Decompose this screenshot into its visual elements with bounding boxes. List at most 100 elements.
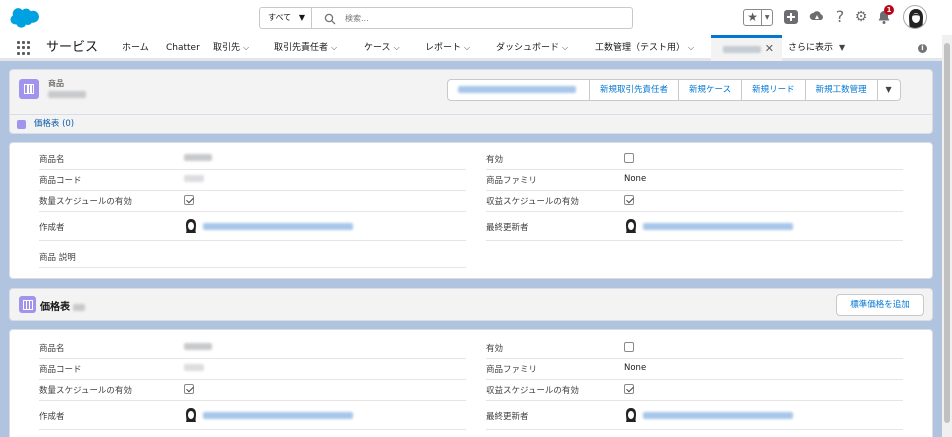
field-label: 数量スケジュールの有効 — [39, 197, 132, 207]
new-timesheet-button[interactable]: 新規工数管理 — [806, 80, 878, 100]
nav-item-dashboards[interactable]: ダッシュボード ⌵ — [496, 35, 568, 61]
field-label: 商品コード — [39, 365, 82, 375]
close-icon[interactable]: ✕ — [765, 40, 774, 58]
redacted-tab-label — [723, 46, 761, 53]
field-label: 作成者 — [39, 412, 65, 422]
new-case-button[interactable]: 新規ケース — [679, 80, 743, 100]
app-navigation: サービス ホーム Chatter 取引先 ⌵ 取引先責任者 ⌵ ケース ⌵ レポート ⌵… — [0, 35, 942, 61]
chevron-down-icon[interactable]: ⌵ — [562, 43, 568, 52]
field-label: 最終更新者 — [486, 223, 529, 233]
app-launcher-icon[interactable] — [17, 41, 31, 55]
scrollbar-thumb[interactable] — [944, 43, 950, 423]
checkbox-checked — [624, 195, 634, 205]
info-icon[interactable]: i — [918, 44, 927, 53]
tab-current-record[interactable]: ✕ — [711, 35, 782, 61]
chevron-down-icon[interactable]: ⌵ — [464, 43, 470, 52]
nav-item-timesheet-test[interactable]: 工数管理（テスト用） ⌵ — [595, 35, 694, 61]
search-input[interactable] — [345, 10, 625, 26]
field-label: 収益スケジュールの有効 — [486, 197, 579, 207]
field-revenue-schedule: 収益スケジュールの有効 — [486, 380, 903, 401]
chevron-down-icon[interactable]: ⌵ — [688, 43, 694, 52]
user-avatar — [186, 408, 196, 422]
more-actions-button[interactable]: ▼ — [878, 80, 900, 100]
record-actions: 新規取引先責任者 新規ケース 新規リード 新規工数管理 ▼ — [447, 79, 901, 101]
field-last-modified-by: 最終更新者 — [486, 401, 903, 430]
related-list-title-text: 価格表 — [40, 302, 70, 313]
chevron-down-icon[interactable]: ⌵ — [394, 43, 400, 52]
chevron-down-icon[interactable]: ⌵ — [243, 43, 249, 52]
global-search[interactable] — [312, 7, 633, 29]
field-value — [624, 153, 634, 164]
field-label: 収益スケジュールの有効 — [486, 386, 579, 396]
field-value-user[interactable] — [184, 407, 353, 423]
help-icon[interactable]: ? — [832, 9, 848, 25]
pricebook-object-icon — [17, 120, 26, 129]
field-value — [184, 384, 194, 395]
field-label: 商品名 — [39, 155, 65, 165]
field-created-by: 作成者 — [39, 401, 466, 430]
related-link-label: 価格表 (0) — [33, 119, 75, 129]
checkbox-checked — [184, 195, 194, 205]
search-scope-dropdown[interactable]: すべて ▼ — [259, 7, 312, 29]
nav-item-chatter[interactable]: Chatter — [166, 35, 200, 61]
new-contact-button[interactable]: 新規取引先責任者 — [590, 80, 680, 100]
field-label: 商品ファミリ — [486, 365, 538, 375]
field-value-redacted — [184, 153, 212, 163]
pricebook-details-card: 商品名 商品コード 数量スケジュールの有効 作成者 有効 商品ファミリ None… — [9, 329, 933, 437]
nav-item-label: 工数管理（テスト用） — [595, 43, 686, 53]
field-label: 数量スケジュールの有効 — [39, 386, 132, 396]
product-object-icon — [19, 79, 39, 99]
nav-item-cases[interactable]: ケース ⌵ — [364, 35, 400, 61]
checkbox-unchecked — [624, 153, 634, 163]
new-lead-button[interactable]: 新規リード — [742, 80, 806, 100]
field-value-user[interactable] — [184, 218, 353, 234]
app-name: サービス — [46, 40, 99, 55]
field-value-user[interactable] — [624, 407, 793, 423]
field-product-name: 商品名 — [39, 149, 466, 170]
field-active: 有効 — [486, 149, 903, 170]
nav-item-label: さらに表示 — [788, 43, 834, 53]
field-label: 商品ファミリ — [486, 176, 538, 186]
record-header: 商品 新規取引先責任者 新規ケース 新規リード 新規工数管理 ▼ 価格表 (0) — [9, 69, 933, 134]
field-product-family: 商品ファミリ None — [486, 170, 903, 191]
field-last-modified-by: 最終更新者 — [486, 212, 903, 241]
favorites-button-group[interactable]: ★ ▼ — [743, 9, 773, 26]
field-active: 有効 — [486, 338, 903, 359]
field-value-redacted — [184, 363, 204, 373]
nav-item-accounts[interactable]: 取引先 ⌵ — [213, 35, 249, 61]
field-product-code: 商品コード — [39, 170, 466, 191]
nav-more-menu[interactable]: さらに表示 ▼ — [788, 35, 845, 61]
field-value — [184, 195, 194, 206]
gear-icon[interactable]: ⚙ — [853, 9, 869, 25]
salesforce-cloud-logo[interactable] — [10, 7, 40, 28]
field-value: None — [624, 363, 647, 373]
related-pricebook-link[interactable]: 価格表 (0) — [17, 115, 74, 134]
nav-item-contacts[interactable]: 取引先責任者 ⌵ — [274, 35, 337, 61]
nav-item-home[interactable]: ホーム — [122, 35, 149, 61]
page-scrollbar[interactable] — [942, 35, 952, 437]
user-avatar — [626, 408, 636, 422]
field-label: 商品コード — [39, 176, 82, 186]
field-product-name: 商品名 — [39, 338, 466, 359]
field-value: None — [624, 174, 647, 184]
nav-item-reports[interactable]: レポート ⌵ — [425, 35, 470, 61]
field-label: 有効 — [486, 155, 504, 165]
user-avatar[interactable] — [903, 5, 927, 29]
field-created-by: 作成者 — [39, 212, 466, 241]
redacted-action-button[interactable] — [448, 80, 590, 100]
trailhead-icon[interactable] — [809, 9, 825, 25]
chevron-down-icon[interactable]: ⌵ — [331, 43, 337, 52]
star-icon[interactable]: ★ — [744, 10, 763, 25]
add-icon[interactable] — [783, 9, 799, 25]
add-standard-price-button[interactable]: 標準価格を追加 — [836, 294, 924, 316]
header-divider — [10, 114, 932, 115]
field-description: 商品 説明 — [39, 241, 466, 268]
chevron-down-icon: ▼ — [298, 13, 305, 22]
chevron-down-icon[interactable]: ▼ — [839, 43, 845, 52]
nav-item-label: レポート — [425, 43, 462, 53]
field-value-user[interactable] — [624, 218, 793, 234]
chevron-down-icon[interactable]: ▼ — [762, 10, 772, 25]
global-header: すべて ▼ ★ ▼ ? ⚙ 1 — [0, 0, 952, 35]
field-value — [624, 195, 634, 206]
field-label: 最終更新者 — [486, 412, 529, 422]
